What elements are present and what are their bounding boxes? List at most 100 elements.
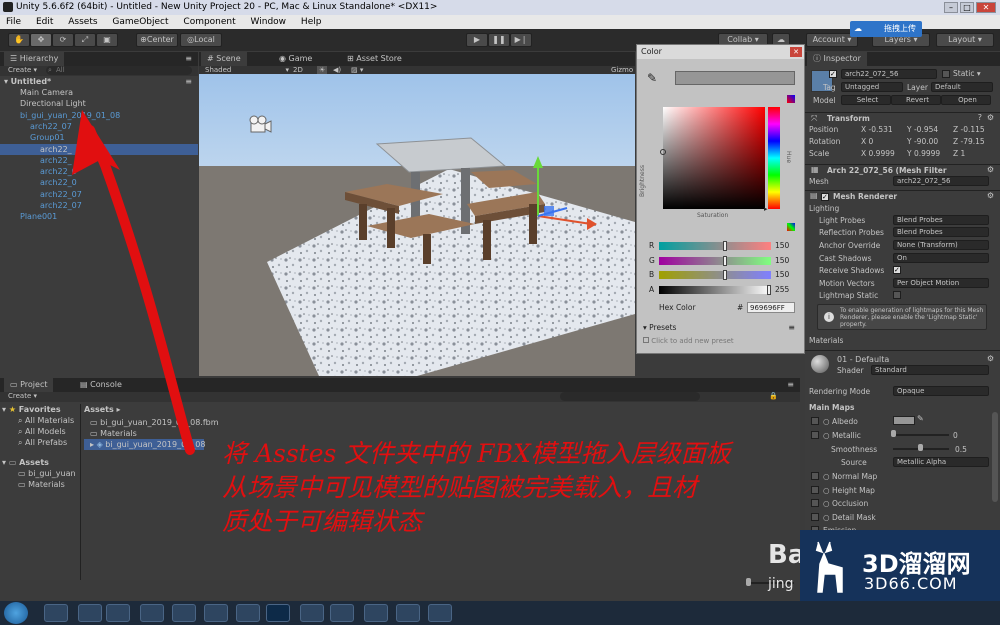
scale-y-field[interactable]: Y 0.9999 <box>907 148 940 159</box>
albedo-color-swatch[interactable] <box>893 416 915 425</box>
mesh-renderer-settings-icon[interactable]: ⚙ <box>987 191 994 200</box>
hierarchy-item[interactable]: arch22_07 <box>0 189 198 200</box>
tab-asset-store[interactable]: ⊞ Asset Store <box>341 52 408 66</box>
model-open-button[interactable]: Open <box>941 95 991 105</box>
taskbar-app-icon[interactable] <box>44 604 68 622</box>
metallic-slider-handle[interactable] <box>891 430 896 437</box>
pivot-local-toggle[interactable]: ◎Local <box>180 33 222 47</box>
position-x-field[interactable]: X -0.531 <box>861 124 893 135</box>
albedo-map-slot[interactable] <box>811 417 819 425</box>
active-checkbox[interactable]: ✓ <box>829 70 837 78</box>
gizmos-dropdown[interactable]: Gizmo <box>611 66 633 74</box>
scale-z-field[interactable]: Z 1 <box>953 148 965 159</box>
model-revert-button[interactable]: Revert <box>891 95 941 105</box>
taskbar-photoshop-icon[interactable] <box>266 604 290 622</box>
taskbar-app3-icon[interactable] <box>236 604 260 622</box>
rendering-mode-dropdown[interactable]: Opaque <box>893 386 989 396</box>
rotation-z-field[interactable]: Z -79.15 <box>953 136 985 147</box>
scale-x-field[interactable]: X 0.9999 <box>861 148 895 159</box>
map-slot[interactable] <box>811 499 819 507</box>
anchor-override-field[interactable]: None (Transform) <box>893 240 989 250</box>
close-button[interactable]: ✕ <box>976 2 996 13</box>
smoothness-slider-handle[interactable] <box>918 444 923 451</box>
pivot-center-toggle[interactable]: ⊕Center <box>136 33 178 47</box>
slider-mode-icon[interactable] <box>787 223 795 231</box>
channel-slider[interactable] <box>659 285 771 294</box>
layout-dropdown[interactable]: Layout ▾ <box>936 33 994 47</box>
project-menu-icon[interactable]: ≡ <box>787 380 794 389</box>
channel-value-input[interactable]: 150 <box>775 241 789 250</box>
maximize-button[interactable]: □ <box>960 2 974 13</box>
color-mode-icon[interactable] <box>787 95 795 103</box>
tab-scene[interactable]: # Scene <box>201 52 247 66</box>
metallic-map-slot[interactable] <box>811 431 819 439</box>
hex-color-input[interactable]: 969696FF <box>747 302 795 313</box>
file-fbx-model[interactable]: ▸ ◈ bi_gui_yuan_2019_01_08 <box>84 439 205 450</box>
channel-value-input[interactable]: 255 <box>775 285 789 294</box>
smoothness-value[interactable]: 0.5 <box>955 444 967 455</box>
mesh-filter-header[interactable]: ▦ Arch 22_072_56 (Mesh Filter ⚙ <box>805 164 1000 176</box>
menu-gameobject[interactable]: GameObject <box>112 17 168 27</box>
taskbar-chrome-icon[interactable] <box>172 604 196 622</box>
channel-slider[interactable] <box>659 256 771 265</box>
channel-slider-handle[interactable] <box>722 241 727 251</box>
zoom-slider-handle[interactable] <box>746 578 751 586</box>
taskbar-app6-icon[interactable] <box>396 604 420 622</box>
material-header[interactable]: 01 - Defaulta Shader Standard ⚙ <box>805 350 1000 376</box>
hierarchy-item[interactable]: arch22_0 <box>0 166 198 177</box>
hue-slider[interactable]: ▸ <box>764 107 780 213</box>
asset-tree-materials[interactable]: ▭ Materials <box>18 479 65 490</box>
channel-slider-handle[interactable] <box>722 255 727 266</box>
materials-foldout[interactable]: Materials <box>809 335 843 346</box>
rect-tool-button[interactable]: ▣ <box>96 33 118 47</box>
move-tool-button[interactable]: ✥ <box>30 33 52 47</box>
lock-icon[interactable]: 🔒 <box>769 392 778 400</box>
pause-button[interactable]: ❚❚ <box>488 33 510 47</box>
presets-foldout[interactable]: ▾ Presets <box>643 323 676 332</box>
albedo-eyedropper-icon[interactable]: ✎ <box>917 414 924 423</box>
menu-help[interactable]: Help <box>301 17 322 27</box>
favorite-all-materials[interactable]: ⌕ All Materials <box>18 415 74 426</box>
taskbar-explorer-icon[interactable] <box>106 604 130 622</box>
project-create-dropdown[interactable]: Create ▾ <box>8 392 37 400</box>
channel-value-input[interactable]: 150 <box>775 270 789 279</box>
mesh-renderer-checkbox[interactable]: ✓ <box>821 193 829 201</box>
create-dropdown[interactable]: Create ▾ <box>8 66 37 74</box>
start-button-icon[interactable] <box>4 602 28 624</box>
inspector-scrollbar[interactable] <box>992 412 998 502</box>
file-fbm-folder[interactable]: ▭ bi_gui_yuan_2019_01_08.fbm <box>90 417 219 428</box>
sv-cursor[interactable] <box>660 149 666 155</box>
assets-breadcrumb[interactable]: Assets ▸ <box>84 404 121 415</box>
light-probes-dropdown[interactable]: Blend Probes <box>893 215 989 225</box>
effects-toggle-icon[interactable]: ▨ ▾ <box>351 66 363 74</box>
rotate-tool-button[interactable]: ⟳ <box>52 33 74 47</box>
rotation-y-field[interactable]: Y -90.00 <box>907 136 938 147</box>
hierarchy-item[interactable]: arch22_07 <box>0 121 198 132</box>
add-preset-button[interactable]: Click to add new preset <box>643 337 734 345</box>
hue-handle[interactable]: ▸ <box>764 205 768 213</box>
material-settings-icon[interactable]: ⚙ <box>987 354 994 363</box>
hierarchy-item[interactable]: arch22_ <box>0 143 198 155</box>
menu-component[interactable]: Component <box>183 17 235 27</box>
hierarchy-item[interactable]: Group01 <box>0 132 198 143</box>
panel-divider[interactable] <box>80 404 81 580</box>
motion-vectors-dropdown[interactable]: Per Object Motion <box>893 278 989 288</box>
lightmap-static-checkbox[interactable] <box>893 291 901 299</box>
reflection-probes-dropdown[interactable]: Blend Probes <box>893 227 989 237</box>
position-z-field[interactable]: Z -0.115 <box>953 124 985 135</box>
play-button[interactable]: ▶ <box>466 33 488 47</box>
panel-menu-icon[interactable]: ≡ <box>185 54 192 63</box>
mesh-filter-settings-icon[interactable]: ⚙ <box>987 165 994 174</box>
favorite-all-prefabs[interactable]: ⌕ All Prefabs <box>18 437 67 448</box>
channel-slider-handle[interactable] <box>722 270 727 280</box>
layer-dropdown[interactable]: Default <box>931 82 993 92</box>
object-name-input[interactable]: arch22_072_56 <box>841 69 937 79</box>
color-window-close-button[interactable]: ✕ <box>790 47 802 57</box>
shader-dropdown[interactable]: Standard <box>871 365 989 375</box>
taskbar-unity2-icon[interactable] <box>428 604 452 622</box>
scene-menu-icon[interactable]: ≡ <box>185 76 192 87</box>
assets-root[interactable]: ▾ ▭ Assets <box>2 457 49 468</box>
receive-shadows-checkbox[interactable]: ✓ <box>893 266 901 274</box>
lighting-toggle-icon[interactable]: ☀ <box>317 66 328 74</box>
channel-slider[interactable] <box>659 242 771 250</box>
